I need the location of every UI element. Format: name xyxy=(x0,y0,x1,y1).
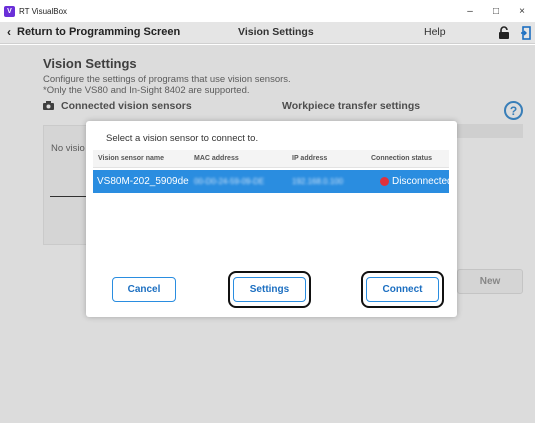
col-connection-status: Connection status xyxy=(371,155,433,162)
chevron-left-icon: ‹ xyxy=(7,25,11,39)
col-sensor-name: Vision sensor name xyxy=(98,155,165,162)
table-header: Vision sensor name MAC address IP addres… xyxy=(93,150,449,168)
connect-button[interactable]: Connect xyxy=(366,277,439,302)
settings-button[interactable]: Settings xyxy=(233,277,306,302)
close-button[interactable]: × xyxy=(509,0,535,22)
dialog-prompt: Select a vision sensor to connect to. xyxy=(106,133,259,144)
cancel-button[interactable]: Cancel xyxy=(112,277,176,302)
window-title: RT VisualBox xyxy=(19,6,68,16)
app-icon: V xyxy=(4,5,15,17)
maximize-button[interactable]: □ xyxy=(483,0,509,22)
lock-icon[interactable] xyxy=(498,26,510,40)
ip-address-cell: 192.168.0.100 xyxy=(292,177,344,186)
top-navbar: ‹ Return to Programming Screen Vision Se… xyxy=(0,22,535,44)
select-sensor-dialog: Select a vision sensor to connect to. Vi… xyxy=(86,121,457,317)
screen-title: Vision Settings xyxy=(238,26,314,38)
window-titlebar: V RT VisualBox – □ × xyxy=(0,0,535,22)
help-link[interactable]: Help xyxy=(424,26,446,38)
col-mac-address: MAC address xyxy=(194,155,239,162)
mac-address-cell: 00-D0-24-59-09-DE xyxy=(194,177,265,186)
connection-status-cell: Disconnected xyxy=(392,176,453,187)
table-row[interactable]: VS80M-202_5909de 00-D0-24-59-09-DE 192.1… xyxy=(93,170,453,193)
disconnected-status-icon xyxy=(380,177,389,186)
minimize-button[interactable]: – xyxy=(457,0,483,22)
window-controls: – □ × xyxy=(457,0,535,22)
return-to-programming-button[interactable]: ‹ Return to Programming Screen xyxy=(7,25,180,39)
return-label: Return to Programming Screen xyxy=(17,26,181,38)
sensor-name-cell: VS80M-202_5909de xyxy=(97,176,189,187)
exit-door-icon[interactable] xyxy=(520,26,532,40)
col-ip-address: IP address xyxy=(292,155,328,162)
